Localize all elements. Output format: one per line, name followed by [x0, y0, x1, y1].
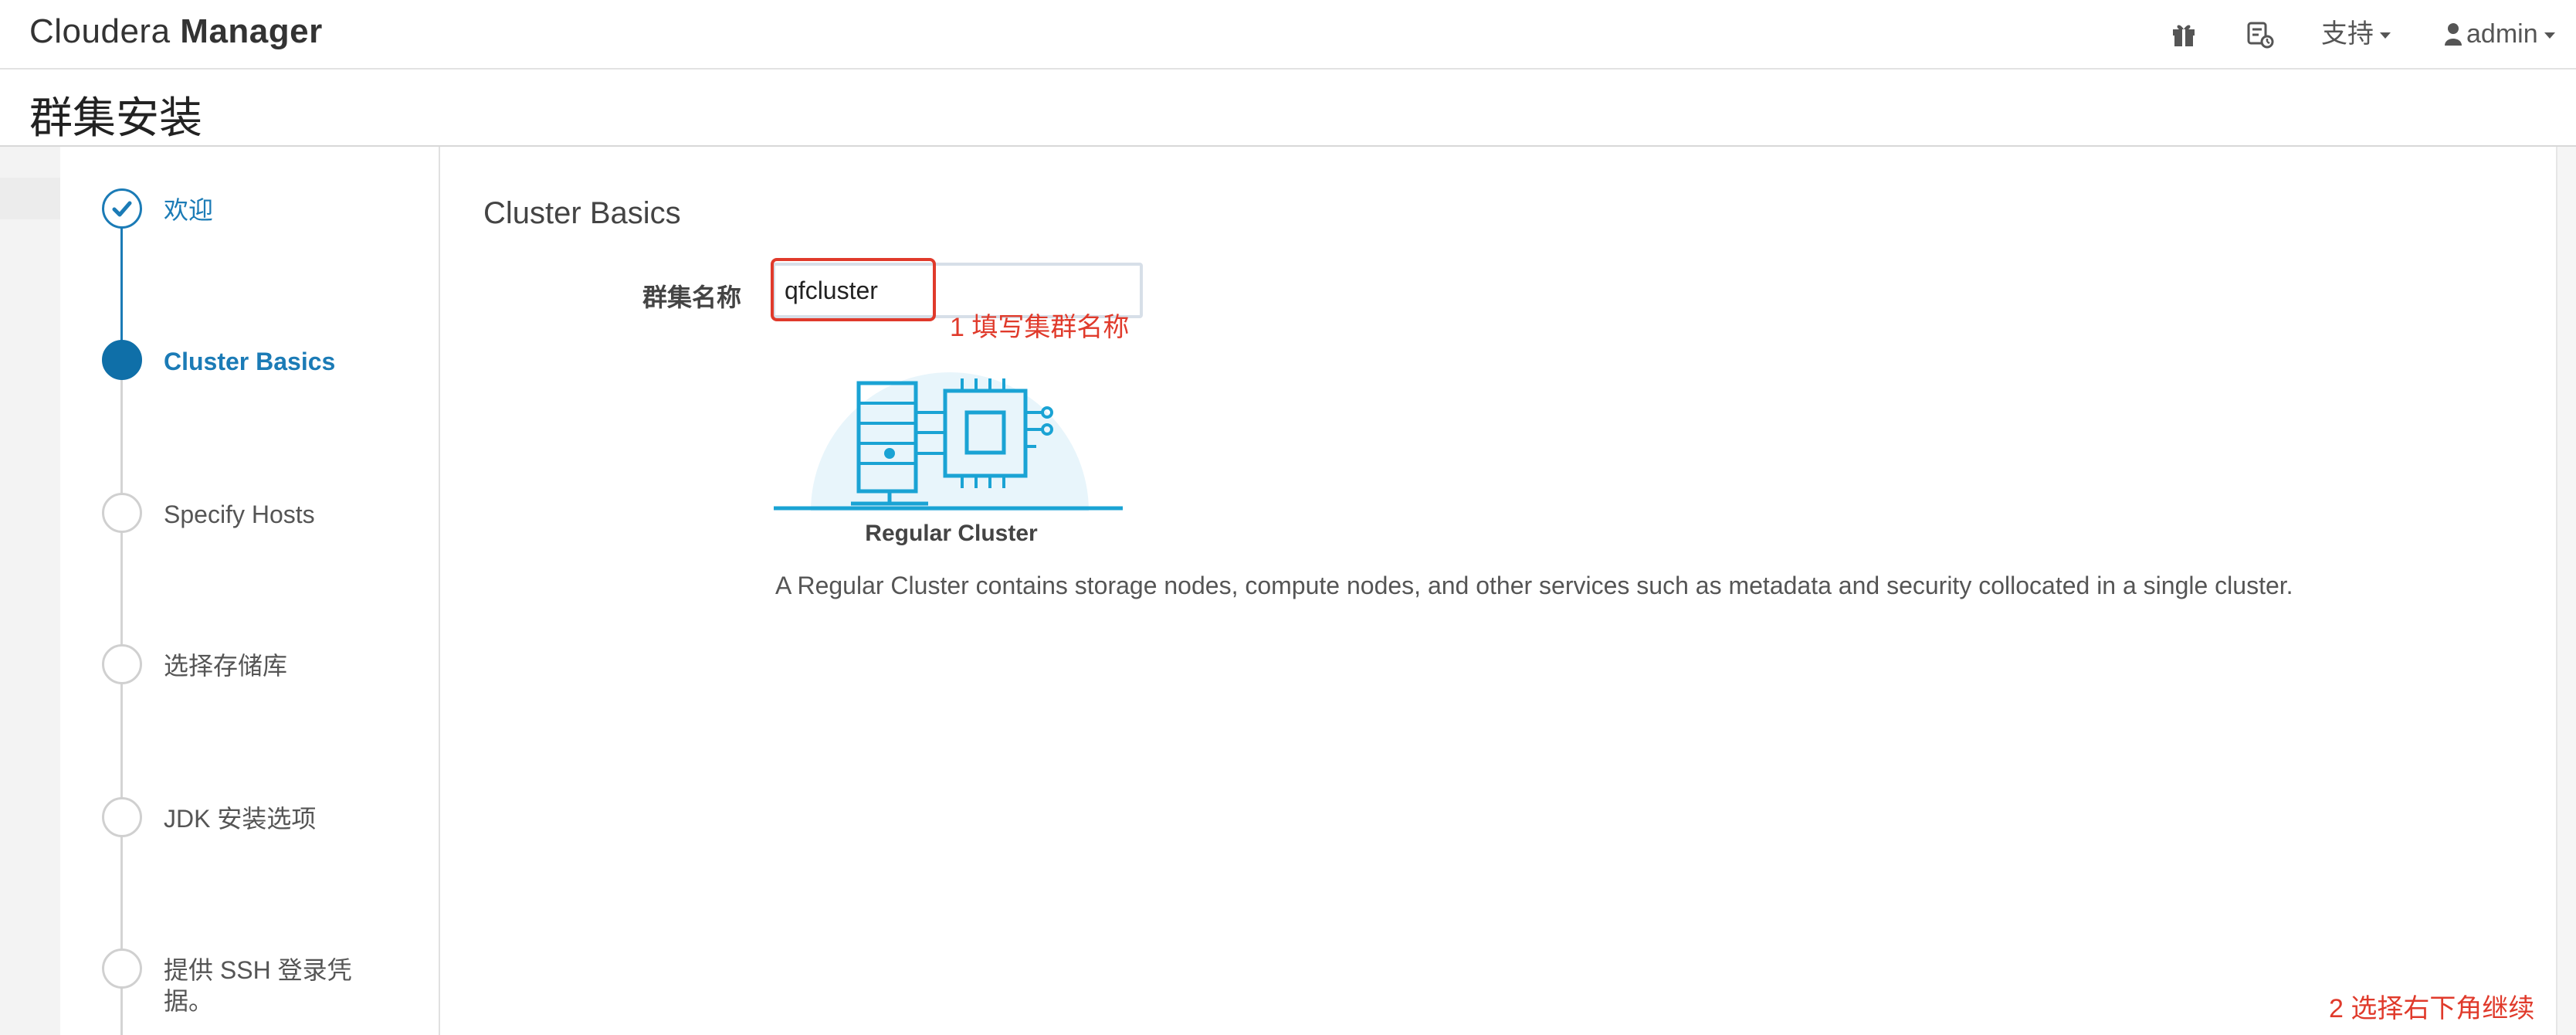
annotation-note-continue: 2 选择右下角继续: [2329, 994, 2535, 1023]
wizard-step-label: Cluster Basics: [164, 348, 336, 375]
chevron-down-icon: [2544, 32, 2555, 39]
brand-logo[interactable]: Cloudera Manager: [29, 12, 323, 51]
wizard-step-label: 欢迎: [164, 196, 214, 224]
step-indicator: [102, 188, 142, 229]
check-icon: [112, 201, 132, 217]
support-menu-label: 支持: [2321, 19, 2374, 49]
cluster-name-label: 群集名称: [642, 283, 742, 311]
step-indicator: [102, 948, 142, 989]
wizard-step-label: Specify Hosts: [164, 501, 315, 528]
user-icon: [2445, 23, 2462, 46]
wizard-step-label: JDK 安装选项: [164, 805, 317, 833]
brand-name-light: Cloudera: [29, 12, 171, 50]
left-gutter: [0, 147, 60, 1035]
parcel-icon[interactable]: [2242, 17, 2276, 51]
chevron-down-icon: [2380, 32, 2391, 39]
top-navbar: Cloudera Manager 支持 admin: [0, 0, 2576, 70]
step-indicator: [102, 340, 142, 380]
page-title: 群集安装: [29, 93, 202, 142]
section-title: Cluster Basics: [483, 196, 681, 230]
regular-cluster-option[interactable]: [774, 332, 1129, 518]
user-menu[interactable]: admin: [2445, 17, 2555, 51]
page-title-bar: 群集安装: [0, 70, 2576, 147]
wizard-step-label: 选择存储库: [164, 652, 288, 680]
user-menu-label: admin: [2466, 19, 2538, 49]
cluster-type-label: Regular Cluster: [865, 521, 1038, 546]
step-indicator: [102, 797, 142, 837]
step-indicator: [102, 644, 142, 684]
annotation-highlight-box: [771, 258, 936, 321]
brand-name-bold: Manager: [180, 12, 323, 50]
wizard-step-label: 提供 SSH 登录凭据。: [164, 956, 352, 1015]
cluster-type-description: A Regular Cluster contains storage nodes…: [775, 572, 2293, 599]
regular-cluster-icon: [774, 372, 1123, 511]
wizard-progress-line-done: [120, 209, 123, 355]
support-menu[interactable]: 支持: [2321, 17, 2391, 51]
main-content: Cluster Basics 群集名称 1 填写集群名称: [440, 147, 2556, 1035]
wizard-steps: 欢迎 Cluster Basics Specify Hosts 选择存储库 JD…: [60, 147, 440, 1035]
gift-icon[interactable]: [2167, 17, 2201, 51]
gutter-strip: [0, 178, 60, 219]
step-indicator: [102, 493, 142, 533]
scrollbar-track[interactable]: [2556, 147, 2576, 1035]
